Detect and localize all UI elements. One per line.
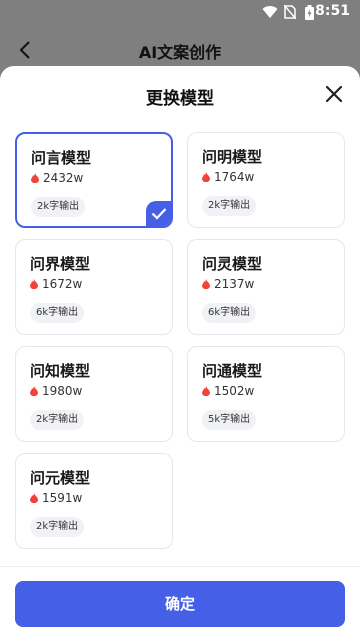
- output-tag: 2k字输出: [30, 517, 85, 537]
- popularity: 1672w: [30, 277, 82, 291]
- output-tag: 2k字输出: [31, 197, 86, 217]
- flame-icon: [202, 172, 210, 182]
- close-icon[interactable]: [324, 84, 344, 104]
- flame-icon: [202, 279, 210, 289]
- flame-icon: [30, 493, 38, 503]
- model-name: 问知模型: [30, 362, 91, 380]
- flame-icon: [31, 173, 39, 183]
- model-picker-sheet: 更换模型 问言模型 2432w 2k字输出 问明模型 1764w 2k字输出 问…: [0, 66, 360, 640]
- popularity: 1764w: [202, 170, 254, 184]
- popularity: 2137w: [202, 277, 254, 291]
- popularity-count: 1672w: [42, 277, 83, 291]
- model-card[interactable]: 问界模型 1672w 6k字输出: [15, 239, 173, 335]
- model-card[interactable]: 问明模型 1764w 2k字输出: [187, 132, 345, 228]
- popularity: 1980w: [30, 384, 82, 398]
- popularity-count: 2137w: [214, 277, 255, 291]
- confirm-button[interactable]: 确定: [15, 581, 345, 627]
- model-name: 问元模型: [30, 469, 91, 487]
- model-card[interactable]: 问知模型 1980w 2k字输出: [15, 346, 173, 442]
- model-card[interactable]: 问灵模型 2137w 6k字输出: [187, 239, 345, 335]
- model-card[interactable]: 问元模型 1591w 2k字输出: [15, 453, 173, 549]
- model-name: 问明模型: [202, 148, 263, 166]
- popularity: 2432w: [31, 171, 83, 185]
- popularity-count: 2432w: [43, 171, 84, 185]
- flame-icon: [30, 386, 38, 396]
- model-name: 问言模型: [31, 149, 92, 167]
- model-card[interactable]: 问言模型 2432w 2k字输出: [15, 132, 173, 228]
- sheet-title: 更换模型: [146, 89, 214, 109]
- popularity-count: 1591w: [42, 491, 83, 505]
- wifi-icon: [262, 6, 278, 19]
- clock: 8:51: [315, 3, 350, 19]
- battery-icon: [305, 5, 314, 20]
- flame-icon: [30, 279, 38, 289]
- no-sim-icon: [284, 5, 296, 19]
- output-tag: 6k字输出: [202, 303, 257, 323]
- model-card[interactable]: 问通模型 1502w 5k字输出: [187, 346, 345, 442]
- popularity-count: 1764w: [214, 170, 255, 184]
- popularity-count: 1502w: [214, 384, 255, 398]
- selected-check-icon: [146, 201, 171, 226]
- popularity-count: 1980w: [42, 384, 83, 398]
- popularity: 1502w: [202, 384, 254, 398]
- output-tag: 2k字输出: [202, 196, 257, 216]
- page-title: AI文案创作: [138, 43, 222, 62]
- output-tag: 2k字输出: [30, 410, 85, 430]
- model-name: 问灵模型: [202, 255, 263, 273]
- model-name: 问界模型: [30, 255, 91, 273]
- output-tag: 5k字输出: [202, 410, 257, 430]
- output-tag: 6k字输出: [30, 303, 85, 323]
- status-bar: 8:51: [0, 0, 360, 24]
- flame-icon: [202, 386, 210, 396]
- model-name: 问通模型: [202, 362, 263, 380]
- divider: [0, 566, 360, 567]
- popularity: 1591w: [30, 491, 82, 505]
